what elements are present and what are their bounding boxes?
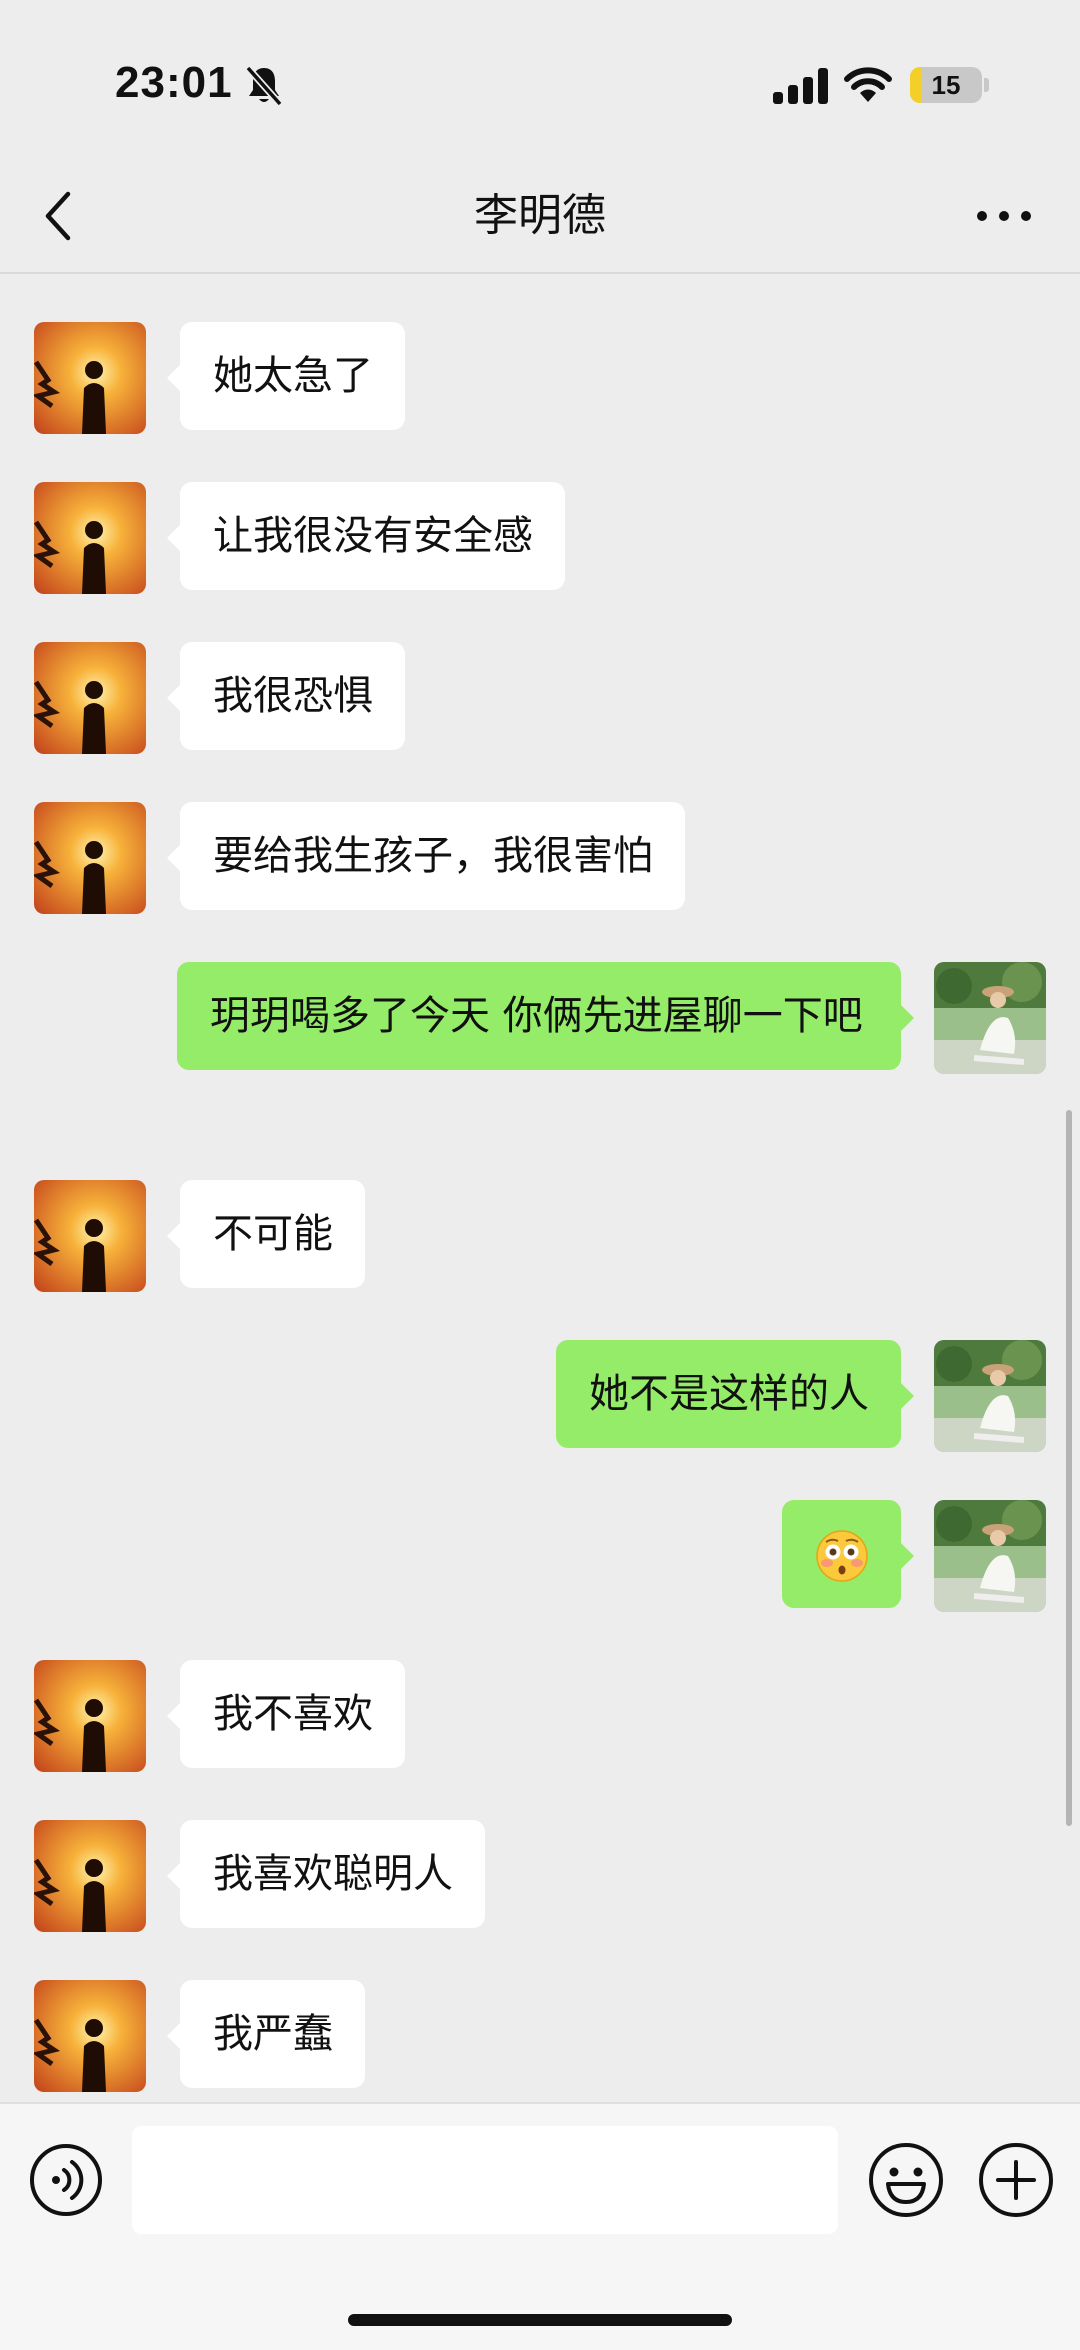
user-avatar[interactable] [934, 1340, 1046, 1452]
message-text: 她不是这样的人 [589, 1371, 869, 1417]
message-text: 她太急了 [213, 353, 373, 399]
contact-avatar[interactable] [34, 1660, 146, 1772]
battery-nub [984, 78, 989, 92]
message-text: 让我很没有安全感 [213, 513, 533, 559]
contact-avatar[interactable] [34, 1820, 146, 1932]
chat-header: 李明德 [0, 160, 1080, 274]
message-bubble-incoming[interactable]: 我不喜欢 [167, 1660, 405, 1768]
message-input[interactable] [132, 2126, 838, 2234]
message-text: 我很恐惧 [213, 673, 373, 719]
emoji-icon[interactable] [866, 2140, 946, 2220]
message-bubble-incoming[interactable]: 我很恐惧 [167, 642, 405, 750]
contact-avatar[interactable] [34, 482, 146, 594]
message-bubble-incoming[interactable]: 她太急了 [167, 322, 405, 430]
voice-icon[interactable] [28, 2142, 104, 2218]
message-text: 不可能 [213, 1211, 333, 1257]
message-text: 我严蠢 [213, 2011, 333, 2057]
wifi-icon [844, 67, 892, 102]
message-text: 玥玥喝多了今天 你俩先进屋聊一下吧 [210, 993, 863, 1039]
message-bubble-outgoing[interactable]: 她不是这样的人 [556, 1340, 914, 1448]
message-text: 我喜欢聪明人 [213, 1851, 453, 1897]
contact-avatar[interactable] [34, 802, 146, 914]
chat-title: 李明德 [474, 190, 606, 241]
message-bubble-incoming[interactable]: 不可能 [167, 1180, 365, 1288]
message-bubble-incoming[interactable]: 让我很没有安全感 [167, 482, 565, 590]
message-bubble-incoming[interactable]: 我严蠢 [167, 1980, 365, 2088]
input-bar [0, 2102, 1080, 2350]
more-button[interactable] [972, 196, 1036, 236]
bell-muted-icon [245, 65, 283, 107]
contact-avatar[interactable] [34, 642, 146, 754]
message-text: 我不喜欢 [213, 1691, 373, 1737]
chat-message-list[interactable]: 她太急了 让我很没有安全感 我很恐惧 要给我生孩子，我很害怕 玥玥喝多了今天 你… [0, 274, 1080, 2102]
contact-avatar[interactable] [34, 322, 146, 434]
status-time: 23:01 [115, 58, 233, 107]
user-avatar[interactable] [934, 962, 1046, 1074]
message-bubble-incoming[interactable]: 要给我生孩子，我很害怕 [167, 802, 685, 910]
scrollbar[interactable] [1066, 1110, 1072, 1826]
message-bubble-incoming[interactable]: 我喜欢聪明人 [167, 1820, 485, 1928]
back-button[interactable] [36, 184, 84, 248]
message-text: 要给我生孩子，我很害怕 [213, 833, 653, 879]
user-avatar[interactable] [934, 1500, 1046, 1612]
status-bar: 23:01 15 [0, 0, 1080, 160]
cellular-signal-icon [773, 68, 828, 104]
battery-indicator: 15 [910, 67, 982, 103]
contact-avatar[interactable] [34, 1180, 146, 1292]
home-indicator[interactable] [348, 2314, 732, 2326]
battery-level: 15 [931, 70, 961, 100]
message-bubble-outgoing[interactable] [782, 1500, 914, 1608]
contact-avatar[interactable] [34, 1980, 146, 2092]
plus-icon[interactable] [976, 2140, 1056, 2220]
flushed-face-emoji [816, 1530, 868, 1582]
message-bubble-outgoing[interactable]: 玥玥喝多了今天 你俩先进屋聊一下吧 [177, 962, 914, 1070]
